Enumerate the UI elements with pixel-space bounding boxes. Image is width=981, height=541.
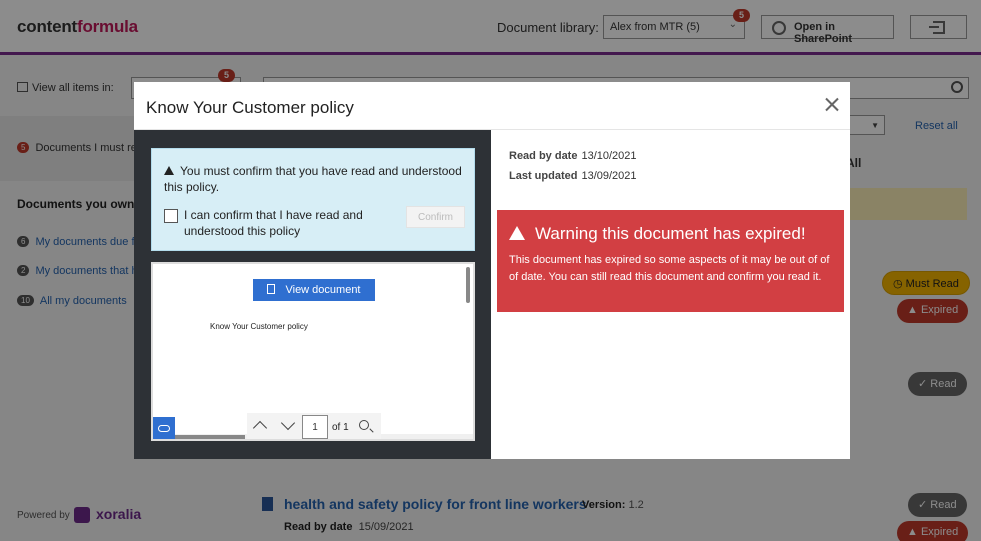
- cloud-icon: [158, 425, 170, 432]
- last-updated-row: Last updated 13/09/2021: [509, 170, 637, 182]
- last-updated-value: 13/09/2021: [581, 170, 637, 182]
- read-by-row: Read by date 13/10/2021: [509, 150, 637, 162]
- close-icon[interactable]: [825, 97, 839, 111]
- confirm-message-text: You must confirm that you have read and …: [164, 164, 462, 194]
- warning-title: Warning this document has expired!: [509, 224, 806, 244]
- warning-icon: [509, 226, 525, 240]
- pdf-viewer[interactable]: View document Know Your Customer policy …: [151, 262, 475, 441]
- confirm-checkbox[interactable]: [164, 209, 178, 223]
- confirm-checkbox-label[interactable]: I can confirm that I have read and under…: [184, 207, 384, 239]
- warning-title-text: Warning this document has expired!: [535, 224, 806, 243]
- read-by-value: 13/10/2021: [581, 150, 637, 162]
- viewer-horizontal-scrollbar[interactable]: [175, 435, 245, 439]
- file-icon: [267, 284, 276, 294]
- expired-warning-box: Warning this document has expired! This …: [497, 210, 844, 312]
- page-count: of 1: [332, 422, 349, 433]
- document-viewer-pane: You must confirm that you have read and …: [134, 130, 491, 459]
- viewer-scrollbar[interactable]: [466, 267, 470, 303]
- confirm-button[interactable]: Confirm: [406, 206, 465, 228]
- warning-text: This document has expired so some aspect…: [509, 254, 830, 283]
- warning-icon: [164, 166, 174, 175]
- confirm-panel: You must confirm that you have read and …: [151, 148, 475, 251]
- document-modal: Know Your Customer policy You must confi…: [134, 82, 850, 459]
- page-navigation: 1 of 1: [247, 413, 381, 439]
- cloud-button[interactable]: [153, 417, 175, 439]
- last-updated-label: Last updated: [509, 170, 578, 182]
- document-page-text: Know Your Customer policy: [210, 322, 308, 331]
- modal-header: Know Your Customer policy: [134, 82, 850, 130]
- zoom-in-icon[interactable]: [359, 420, 369, 430]
- view-document-button[interactable]: View document: [253, 279, 375, 301]
- read-by-label: Read by date: [509, 150, 578, 162]
- next-page-icon[interactable]: [280, 415, 296, 431]
- modal-title: Know Your Customer policy: [146, 98, 354, 117]
- view-document-label: View document: [285, 284, 361, 296]
- previous-page-icon[interactable]: [252, 420, 268, 436]
- confirm-message: You must confirm that you have read and …: [164, 163, 464, 195]
- document-info-pane: Read by date 13/10/2021 Last updated 13/09…: [491, 130, 850, 459]
- page-number-input[interactable]: 1: [302, 415, 328, 439]
